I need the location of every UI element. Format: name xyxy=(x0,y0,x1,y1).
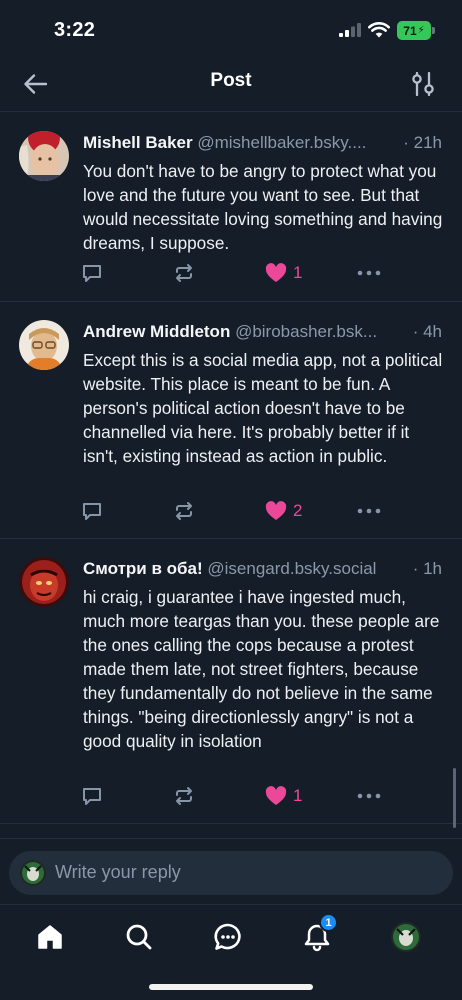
post-time: · 21h xyxy=(397,133,442,153)
post-thread-screen: 3:22 71 ⚡ Post Mishell Baker @mishellbak… xyxy=(0,0,462,1000)
status-bar: 3:22 71 ⚡ xyxy=(0,0,462,60)
nav-chat[interactable] xyxy=(210,919,246,955)
page-title: Post xyxy=(210,70,252,91)
post-header: Mishell Baker @mishellbaker.bsky.... xyxy=(83,133,444,157)
post-text: hi craig, i guarantee i have ingested mu… xyxy=(83,587,440,751)
ellipsis-icon xyxy=(357,793,381,799)
home-indicator xyxy=(149,984,313,990)
post-actions: 1 xyxy=(81,783,401,809)
search-icon xyxy=(126,924,152,950)
author-handle[interactable]: @mishellbaker.bsky.... xyxy=(197,133,366,152)
repost-icon xyxy=(176,264,192,282)
reply-button[interactable] xyxy=(81,498,103,524)
notification-badge: 1 xyxy=(319,913,338,932)
sliders-icon[interactable] xyxy=(410,70,436,98)
like-button[interactable]: 1 xyxy=(265,783,302,809)
ellipsis-icon xyxy=(357,508,381,514)
post-time: · 4h xyxy=(406,322,442,342)
reply-input[interactable]: Write your reply xyxy=(9,851,453,895)
author-name[interactable]: Mishell Baker xyxy=(83,133,193,152)
nav-profile[interactable] xyxy=(388,919,424,955)
like-count: 1 xyxy=(293,263,303,282)
reply-button[interactable] xyxy=(81,260,103,286)
heart-filled-icon xyxy=(265,786,287,805)
repost-button[interactable] xyxy=(173,498,195,524)
top-header: Post xyxy=(0,60,462,112)
more-options-button[interactable] xyxy=(357,260,381,286)
repost-button[interactable] xyxy=(173,783,195,809)
scrollbar[interactable] xyxy=(453,768,456,828)
author-name[interactable]: Andrew Middleton xyxy=(83,322,230,341)
charging-bolt-icon: ⚡ xyxy=(417,25,425,36)
author-name[interactable]: Смотри в оба! xyxy=(83,559,203,578)
more-options-button[interactable] xyxy=(357,783,381,809)
post-header: Andrew Middleton @birobasher.bsk... xyxy=(83,322,444,346)
repost-button[interactable] xyxy=(173,260,195,286)
post-actions: 2 xyxy=(81,498,401,524)
avatar[interactable] xyxy=(19,320,69,370)
reply-placeholder: Write your reply xyxy=(55,862,181,882)
post-item[interactable]: Andrew Middleton @birobasher.bsk... · 4h… xyxy=(0,302,462,539)
heart-filled-icon xyxy=(265,501,287,520)
post-actions: 1 xyxy=(81,260,401,286)
wifi-icon xyxy=(368,22,390,38)
author-handle[interactable]: @birobasher.bsk... xyxy=(235,322,377,341)
home-icon xyxy=(38,925,62,949)
ellipsis-icon xyxy=(357,270,381,276)
reply-icon xyxy=(83,788,101,805)
like-count: 2 xyxy=(293,501,303,520)
avatar xyxy=(20,860,46,886)
post-time: · 1h xyxy=(406,559,442,579)
reply-button[interactable] xyxy=(81,783,103,809)
avatar[interactable] xyxy=(19,557,69,607)
author-handle[interactable]: @isengard.bsky.social xyxy=(207,559,376,578)
nav-search[interactable] xyxy=(121,919,157,955)
nav-home[interactable] xyxy=(32,919,68,955)
repost-icon xyxy=(176,787,192,805)
like-count: 1 xyxy=(293,786,303,805)
reply-icon xyxy=(83,503,101,520)
reply-icon xyxy=(83,265,101,282)
cellular-signal-icon xyxy=(339,23,361,37)
battery-tip xyxy=(432,27,435,34)
post-item[interactable]: Mishell Baker @mishellbaker.bsky.... · 2… xyxy=(0,113,462,302)
profile-avatar xyxy=(391,922,421,952)
battery-indicator: 71 ⚡ xyxy=(397,21,435,40)
reply-composer: Write your reply xyxy=(0,838,462,904)
post-item[interactable]: Смотри в оба! @isengard.bsky.social · 1h… xyxy=(0,539,462,824)
like-button[interactable]: 1 xyxy=(265,260,302,286)
more-options-button[interactable] xyxy=(357,498,381,524)
repost-icon xyxy=(176,502,192,520)
status-time: 3:22 xyxy=(54,19,96,41)
battery-level: 71 xyxy=(403,23,417,38)
post-text: Except this is a social media app, not a… xyxy=(83,350,443,466)
post-text: You don't have to be angry to protect wh… xyxy=(83,161,443,253)
nav-notifications[interactable]: 1 xyxy=(299,913,338,955)
post-header: Смотри в оба! @isengard.bsky.social xyxy=(83,559,444,583)
like-button[interactable]: 2 xyxy=(265,498,302,524)
avatar[interactable] xyxy=(19,131,69,181)
heart-filled-icon xyxy=(265,263,287,282)
chat-icon xyxy=(214,923,241,950)
